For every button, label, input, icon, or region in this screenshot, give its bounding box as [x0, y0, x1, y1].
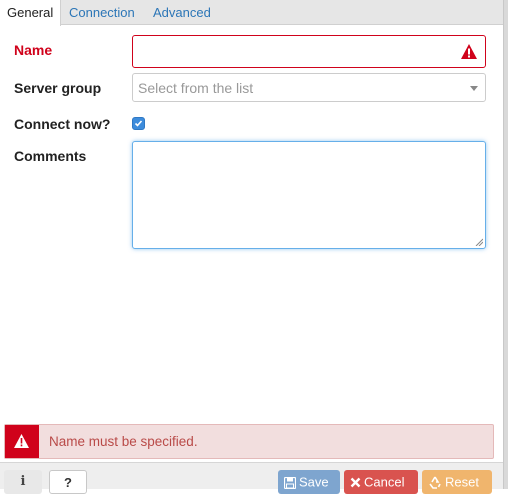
connect-now-label: Connect now?	[14, 116, 111, 132]
recycle-icon	[429, 476, 441, 489]
tab-connection[interactable]: Connection	[62, 0, 142, 25]
chevron-down-icon	[470, 86, 478, 91]
resize-grip-icon[interactable]	[475, 238, 483, 246]
save-button[interactable]: Save	[278, 470, 340, 494]
server-dialog: General Connection Advanced Name Server …	[0, 0, 503, 494]
cancel-button[interactable]: Cancel	[344, 470, 418, 494]
tab-general[interactable]: General	[0, 0, 61, 26]
comments-textarea[interactable]	[132, 141, 486, 249]
info-button[interactable]: i	[4, 470, 42, 494]
window-edge	[503, 0, 508, 489]
alert-icon-box	[5, 425, 39, 458]
server-group-select[interactable]: Select from the list	[132, 73, 486, 102]
warning-icon	[14, 434, 29, 448]
warning-icon	[461, 44, 477, 59]
help-button[interactable]: ?	[49, 470, 87, 494]
error-alert: Name must be specified.	[4, 424, 494, 459]
server-group-placeholder: Select from the list	[138, 80, 254, 96]
close-icon	[350, 477, 361, 488]
cancel-label: Cancel	[364, 474, 405, 490]
tab-advanced[interactable]: Advanced	[146, 0, 218, 25]
name-label: Name	[14, 42, 53, 58]
alert-message: Name must be specified.	[49, 434, 198, 449]
reset-label: Reset	[445, 474, 479, 490]
checkmark-icon	[134, 120, 143, 127]
server-group-label: Server group	[14, 80, 102, 96]
connect-now-checkbox[interactable]	[132, 117, 145, 130]
save-label: Save	[299, 474, 329, 490]
floppy-disk-icon	[284, 476, 296, 489]
reset-button[interactable]: Reset	[422, 470, 492, 494]
tab-bar: General Connection Advanced	[0, 0, 503, 26]
comments-label: Comments	[14, 148, 87, 164]
name-field[interactable]	[132, 35, 486, 68]
